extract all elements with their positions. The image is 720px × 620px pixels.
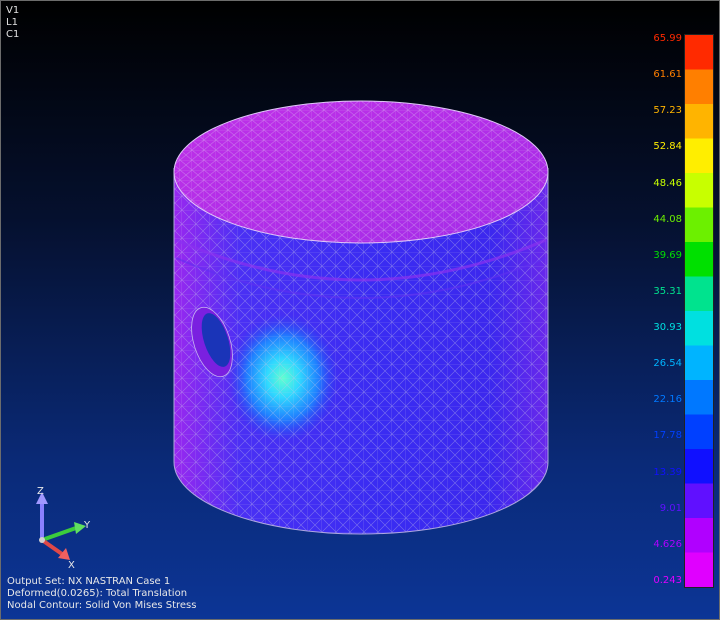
graphics-viewport[interactable]: V1 L1 C1 65.99 61.61 57.23 52.84 48.46 4… [0,0,720,620]
legend-value: 30.93 [653,322,682,334]
legend-value: 57.23 [653,105,682,117]
deformed-label: Deformed(0.0265): Total Translation [7,588,188,599]
y-axis-label: Y [83,520,91,531]
legend-value: 65.99 [653,33,682,44]
legend-value: 26.54 [653,358,682,370]
legend-value: 35.31 [653,285,682,297]
legend-value: 52.84 [653,141,682,153]
legend-value: 17.78 [653,430,682,442]
legend-value: 13.39 [653,466,682,478]
legend-value: 44.08 [653,213,682,225]
legend-value: 4.626 [653,538,682,550]
output-set-label: Output Set: NX NASTRAN Case 1 [7,576,171,587]
piston-crown[interactable] [173,100,549,244]
legend-color-bar [684,34,714,588]
stress-legend: 65.99 61.61 57.23 52.84 48.46 44.08 39.69 35.31… [650,30,715,595]
piston-mesh-model[interactable] [0,0,720,620]
axis-triad: Z Y X [36,486,91,571]
output-info: Output Set: NX NASTRAN Case 1 Deformed(0… [7,576,196,612]
legend-value: 61.61 [653,69,682,81]
legend-value: 48.46 [653,177,682,189]
legend-value: 39.69 [653,249,682,261]
x-axis-label: X [68,560,75,571]
x-axis-arrow [40,538,64,556]
legend-value: 9.01 [659,502,682,514]
contour-label: Nodal Contour: Solid Von Mises Stress [7,600,197,611]
z-axis-label: Z [37,486,44,497]
legend-value: 22.16 [653,394,682,406]
y-axis-arrow [41,526,77,542]
legend-value: 0.243 [653,575,682,586]
